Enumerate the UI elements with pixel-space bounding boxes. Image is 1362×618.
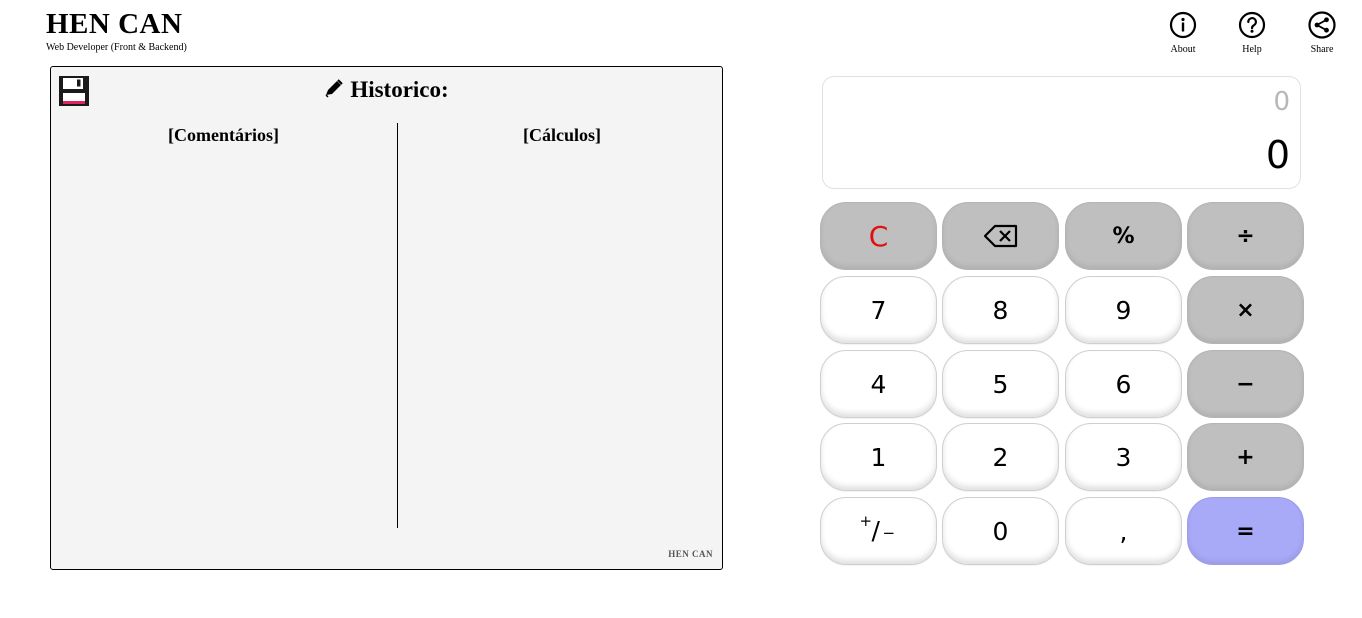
clear-button[interactable]: C (820, 202, 937, 270)
column-divider (397, 123, 398, 528)
digit-7-button[interactable]: 7 (820, 276, 937, 344)
backspace-button[interactable] (942, 202, 1059, 270)
digit-4-button[interactable]: 4 (820, 350, 937, 418)
digit-0-button[interactable]: 0 (942, 497, 1059, 565)
multiply-button[interactable]: × (1187, 276, 1304, 344)
calculations-column-header: [Cálculos] (523, 125, 601, 145)
digit-5-button[interactable]: 5 (942, 350, 1059, 418)
percent-button[interactable]: % (1065, 202, 1182, 270)
share-label: Share (1310, 44, 1334, 55)
digit-2-button[interactable]: 2 (942, 423, 1059, 491)
share-button[interactable]: Share (1297, 11, 1347, 55)
comma-button[interactable]: , (1065, 497, 1182, 565)
top-actions: About Help Share (1122, 11, 1362, 61)
pencil-icon (325, 79, 344, 98)
history-footer-brand: HEN CAN (668, 549, 713, 559)
divide-button[interactable]: ÷ (1187, 202, 1304, 270)
share-icon (1308, 11, 1336, 39)
digit-8-button[interactable]: 8 (942, 276, 1059, 344)
equals-button[interactable]: = (1187, 497, 1304, 565)
negate-slash: / (871, 516, 880, 545)
calculator-display: 0 0 (822, 76, 1301, 189)
digit-1-button[interactable]: 1 (820, 423, 937, 491)
display-previous-value: 0 (1273, 87, 1290, 117)
backspace-icon (983, 224, 1017, 248)
about-button[interactable]: About (1158, 11, 1208, 55)
plus-button[interactable]: + (1187, 423, 1304, 491)
history-title: Historico: (51, 77, 722, 103)
negate-minus-sign: − (882, 524, 896, 542)
history-panel: Historico: [Comentários] [Cálculos] HEN … (50, 66, 723, 570)
info-icon (1169, 11, 1197, 39)
comments-column-header: [Comentários] (168, 125, 279, 145)
help-label: Help (1242, 44, 1262, 55)
minus-button[interactable]: − (1187, 350, 1304, 418)
brand-title: HEN CAN (46, 8, 183, 40)
about-label: About (1170, 44, 1196, 55)
digit-6-button[interactable]: 6 (1065, 350, 1182, 418)
keypad: C % ÷ 7 8 9 × 4 5 6 − 1 2 3 + + / − 0 , … (820, 202, 1306, 567)
history-title-text: Historico: (350, 77, 449, 102)
help-button[interactable]: Help (1227, 11, 1277, 55)
display-current-value: 0 (1265, 133, 1290, 177)
digit-3-button[interactable]: 3 (1065, 423, 1182, 491)
negate-plus-sign: + (859, 512, 873, 530)
help-icon (1238, 11, 1266, 39)
negate-button[interactable]: + / − (820, 497, 937, 565)
digit-9-button[interactable]: 9 (1065, 276, 1182, 344)
brand: HEN CAN Web Developer (Front & Backend) (46, 8, 187, 54)
brand-subtitle: Web Developer (Front & Backend) (46, 42, 187, 53)
